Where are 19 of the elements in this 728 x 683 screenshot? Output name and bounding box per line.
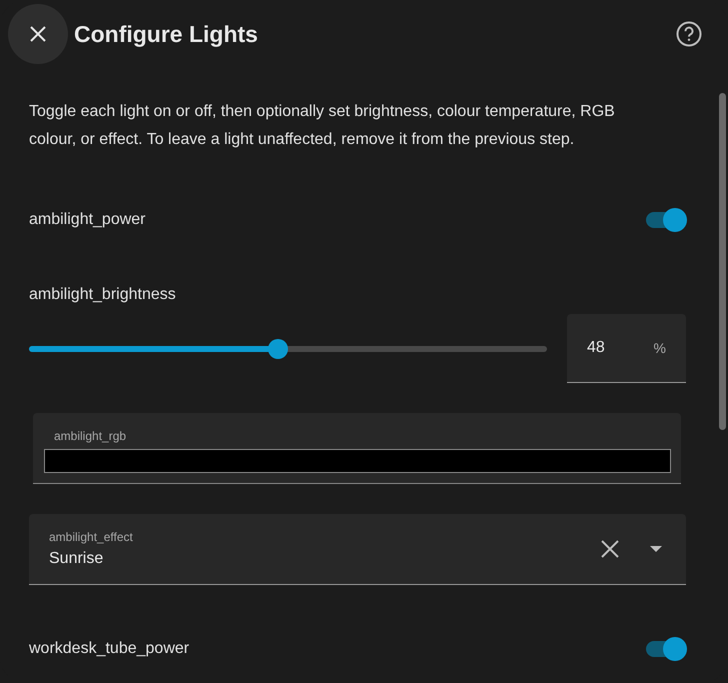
clear-icon[interactable] [600, 539, 620, 559]
select-value: Sunrise [49, 550, 104, 568]
color-field[interactable]: ambilight_rgb [33, 413, 681, 484]
instructions-text: Toggle each light on or off, then optionally set brightness, colour temperature, RGB colour, or effect. To leave a light unaffected, remove it from the previous step. [29, 102, 616, 150]
light-label: workdesk_tube_power [29, 640, 190, 658]
slider-track[interactable] [29, 338, 547, 360]
light-label: ambilight_power [29, 211, 146, 229]
scrollbar[interactable] [719, 93, 726, 430]
effect-select[interactable]: ambilight_effect Sunrise [29, 514, 686, 585]
help-icon[interactable] [676, 21, 702, 47]
field-label: ambilight_rgb [53, 429, 128, 443]
color-swatch[interactable] [44, 449, 671, 473]
slider-label: ambilight_brightness [29, 286, 177, 304]
caret-icon[interactable] [650, 546, 662, 552]
slider-thumb[interactable] [268, 338, 288, 358]
field-label: ambilight_effect [49, 530, 134, 544]
close-icon [29, 25, 47, 43]
number-field[interactable]: 48 % [567, 314, 686, 383]
dialog-title: Configure Lights [74, 20, 259, 48]
